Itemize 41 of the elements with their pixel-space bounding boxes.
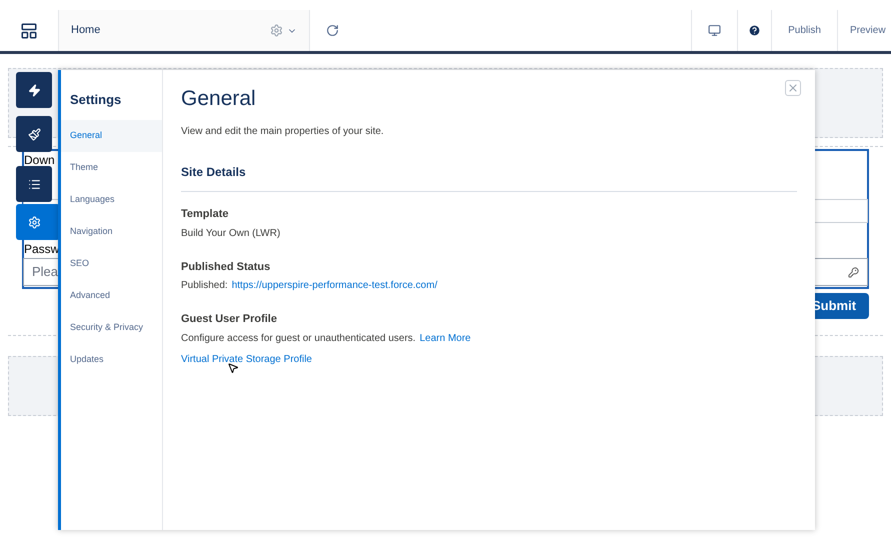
- field-value: Build Your Own (LWR): [181, 226, 282, 241]
- field-label: Template: [181, 207, 230, 222]
- key-icon: [848, 266, 859, 278]
- brush-icon: [28, 128, 40, 140]
- settings-title: Settings: [69, 91, 122, 109]
- tool-button[interactable]: [16, 166, 52, 202]
- cursor-icon: [227, 362, 239, 374]
- gear-icon: [270, 24, 283, 37]
- tool-button[interactable]: [16, 204, 60, 240]
- close-icon: [787, 82, 799, 94]
- field-value: Published:: [181, 279, 228, 294]
- lightning-icon: [28, 84, 40, 96]
- settings-nav-item[interactable]: Theme: [61, 152, 162, 184]
- settings-icon: [28, 216, 40, 228]
- field-label: Guest User Profile: [181, 312, 278, 328]
- layout-icon[interactable]: [20, 22, 38, 40]
- form-label: Down: [24, 154, 55, 166]
- settings-nav-item[interactable]: Navigation: [61, 216, 162, 248]
- settings-nav-item[interactable]: Updates: [61, 344, 162, 376]
- list-icon: [28, 178, 40, 190]
- settings-nav-item[interactable]: Security & Privacy: [61, 312, 162, 344]
- desktop-icon[interactable]: [708, 24, 721, 37]
- description: View and edit the main properties of your site.: [181, 125, 385, 140]
- publish-button[interactable]: Publish: [771, 10, 837, 51]
- settings-nav-item[interactable]: Advanced: [61, 280, 162, 312]
- form-label: Passw: [24, 243, 60, 255]
- field-label: Published Status: [181, 260, 272, 275]
- section-heading: Site Details: [181, 163, 797, 192]
- tool-button[interactable]: [16, 72, 52, 108]
- learn-more-link[interactable]: Learn More: [420, 330, 471, 346]
- tool-button[interactable]: [16, 116, 52, 152]
- site-link[interactable]: https://upperspire-performance-test.force.com/: [232, 278, 438, 294]
- refresh-icon[interactable]: [326, 24, 339, 37]
- field-value: Configure access for guest or unauthenticated users.: [181, 332, 416, 346]
- settings-nav-item[interactable]: General: [61, 120, 162, 152]
- page-heading: General: [181, 86, 256, 112]
- preview-button[interactable]: Preview: [837, 10, 891, 51]
- help-icon[interactable]: [748, 24, 761, 37]
- profile-link[interactable]: Virtual Private Storage Profile: [181, 352, 312, 367]
- settings-nav-item[interactable]: Languages: [61, 184, 162, 216]
- settings-nav-item[interactable]: SEO: [61, 248, 162, 280]
